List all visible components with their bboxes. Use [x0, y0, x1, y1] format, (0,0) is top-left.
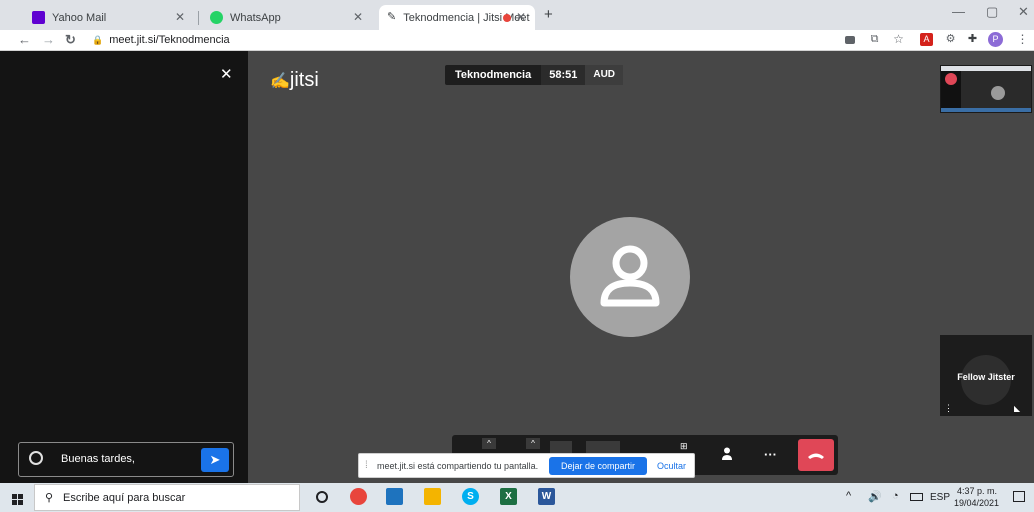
url-bar[interactable]: 🔒 meet.jit.si/Teknodmencia — [92, 32, 827, 48]
windows-start-icon[interactable] — [12, 492, 23, 505]
pdf-extension-icon[interactable]: A — [920, 33, 933, 46]
thumbnail-record-icon — [945, 73, 957, 85]
meeting-timer: 58:51 — [541, 65, 586, 85]
tray-chevron-icon[interactable]: ^ — [846, 490, 851, 502]
menu-icon[interactable]: ⋮ — [1016, 33, 1029, 46]
maximize-button[interactable]: ▢ — [986, 4, 998, 20]
windows-taskbar: ⚲ Escribe aquí para buscar S X W ^ 🔊 ◔ E… — [0, 483, 1034, 512]
media-player-icon[interactable] — [386, 488, 403, 505]
camera-icon[interactable] — [845, 36, 855, 44]
jitsi-logo[interactable]: ✍jitsi — [270, 69, 319, 92]
jitsi-favicon-icon: ✎ — [387, 11, 397, 23]
tab-jitsi-meet[interactable]: ✎ Teknodmencia | Jitsi Meet ✕ — [379, 5, 535, 30]
tile-menu-icon[interactable]: ⋮ — [944, 403, 953, 414]
screen-share-thumbnail[interactable] — [940, 65, 1032, 113]
send-icon: ➤ — [209, 452, 221, 467]
close-tab-icon[interactable]: ✕ — [353, 10, 363, 24]
file-explorer-icon[interactable] — [424, 488, 441, 505]
clock-time[interactable]: 4:37 p. m. — [957, 486, 997, 496]
room-name: Teknodmencia — [455, 69, 532, 81]
profile-avatar[interactable]: P — [988, 32, 1003, 47]
screen-share-bar: ⁞ meet.jit.si está compartiendo tu panta… — [358, 453, 695, 478]
smiley-icon[interactable] — [29, 451, 43, 465]
tab-title: Yahoo Mail — [52, 11, 107, 24]
participant-tile[interactable]: Fellow Jitster ⋮ ◣ — [940, 335, 1032, 416]
tab-divider — [198, 11, 199, 25]
excel-icon[interactable]: X — [500, 488, 517, 505]
chat-input-box: Buenas tardes, ➤ — [18, 442, 234, 477]
clock-date[interactable]: 19/04/2021 — [954, 498, 999, 508]
reload-icon[interactable]: ↻ — [65, 32, 76, 48]
participant-name: Fellow Jitster — [957, 372, 1015, 382]
recording-indicator-icon — [503, 14, 511, 22]
puzzle-extension-icon[interactable]: ✚ — [966, 33, 979, 46]
phone-hangup-icon — [808, 453, 824, 459]
chat-panel: ✕ Buenas tardes, ➤ — [0, 51, 248, 483]
jitsi-logo-text: jitsi — [289, 69, 319, 91]
back-arrow-icon[interactable]: ← — [18, 32, 31, 47]
lock-icon: 🔒 — [92, 34, 104, 45]
muted-camera-icon: ◣ — [1014, 404, 1021, 413]
close-window-button[interactable]: ✕ — [1018, 4, 1029, 20]
hide-button[interactable]: Ocultar — [657, 461, 686, 471]
forward-arrow-icon[interactable]: → — [42, 32, 55, 47]
battery-icon[interactable] — [910, 493, 923, 501]
notifications-icon[interactable] — [1013, 491, 1025, 502]
tab-title: WhatsApp — [230, 11, 281, 24]
taskbar-search-box[interactable]: ⚲ Escribe aquí para buscar — [34, 484, 300, 511]
network-icon[interactable]: ◔ — [892, 490, 899, 502]
extension-icon[interactable]: ⚙ — [944, 33, 957, 46]
thumbnail-avatar — [991, 86, 1005, 100]
tab-whatsapp[interactable]: WhatsApp ✕ — [202, 5, 372, 30]
participant-avatar — [570, 217, 690, 337]
thumbnail-taskbar — [941, 108, 1031, 112]
close-tab-icon[interactable]: ✕ — [516, 10, 526, 24]
address-toolbar: ← → ↻ 🔒 meet.jit.si/Teknodmencia ⧉ ☆ A ⚙… — [0, 30, 1034, 51]
taskbar-search-placeholder: Escribe aquí para buscar — [63, 492, 186, 504]
skype-icon[interactable]: S — [462, 488, 479, 505]
hangup-button[interactable] — [798, 439, 834, 471]
meeting-stage: ✍jitsi Teknodmencia 58:51 AUD Fellow Jit… — [248, 51, 1034, 483]
drag-handle-icon[interactable]: ⁞ — [365, 460, 368, 471]
close-tab-icon[interactable]: ✕ — [175, 10, 185, 24]
tab-yahoo-mail[interactable]: Yahoo Mail ✕ — [24, 5, 194, 30]
volume-icon[interactable]: 🔊 — [868, 490, 882, 503]
chat-message-input[interactable]: Buenas tardes, — [61, 453, 135, 465]
url-text: meet.jit.si/Teknodmencia — [109, 34, 230, 46]
jitsi-hand-icon: ✍ — [270, 73, 290, 90]
browser-tab-strip: Yahoo Mail ✕ WhatsApp ✕ ✎ Teknodmencia |… — [0, 0, 1034, 30]
user-icon — [600, 245, 660, 307]
stop-sharing-button[interactable]: Dejar de compartir — [549, 457, 647, 475]
more-actions-icon[interactable]: ··· — [764, 447, 777, 462]
cortana-icon[interactable] — [316, 491, 328, 503]
audio-badge: AUD — [585, 65, 624, 85]
video-options-icon[interactable]: ^ — [526, 438, 540, 449]
word-icon[interactable]: W — [538, 488, 555, 505]
new-tab-button[interactable]: + — [544, 6, 553, 23]
search-icon: ⚲ — [45, 492, 54, 504]
yahoo-mail-icon — [32, 11, 45, 24]
cast-icon[interactable]: ⧉ — [868, 33, 881, 46]
audio-options-icon[interactable]: ^ — [482, 438, 496, 449]
language-indicator[interactable]: ESP — [930, 492, 950, 503]
share-message: meet.jit.si está compartiendo tu pantall… — [377, 461, 539, 471]
whatsapp-icon — [210, 11, 223, 24]
bookmark-star-icon[interactable]: ☆ — [892, 33, 905, 46]
chrome-icon[interactable] — [350, 488, 367, 505]
invite-people-icon[interactable] — [722, 447, 734, 461]
minimize-button[interactable]: — — [952, 4, 965, 19]
send-message-button[interactable]: ➤ — [201, 448, 229, 472]
close-chat-icon[interactable]: ✕ — [220, 65, 233, 83]
room-header: Teknodmencia 58:51 AUD — [445, 65, 624, 85]
tile-view-icon[interactable]: ⊞ — [680, 441, 688, 452]
